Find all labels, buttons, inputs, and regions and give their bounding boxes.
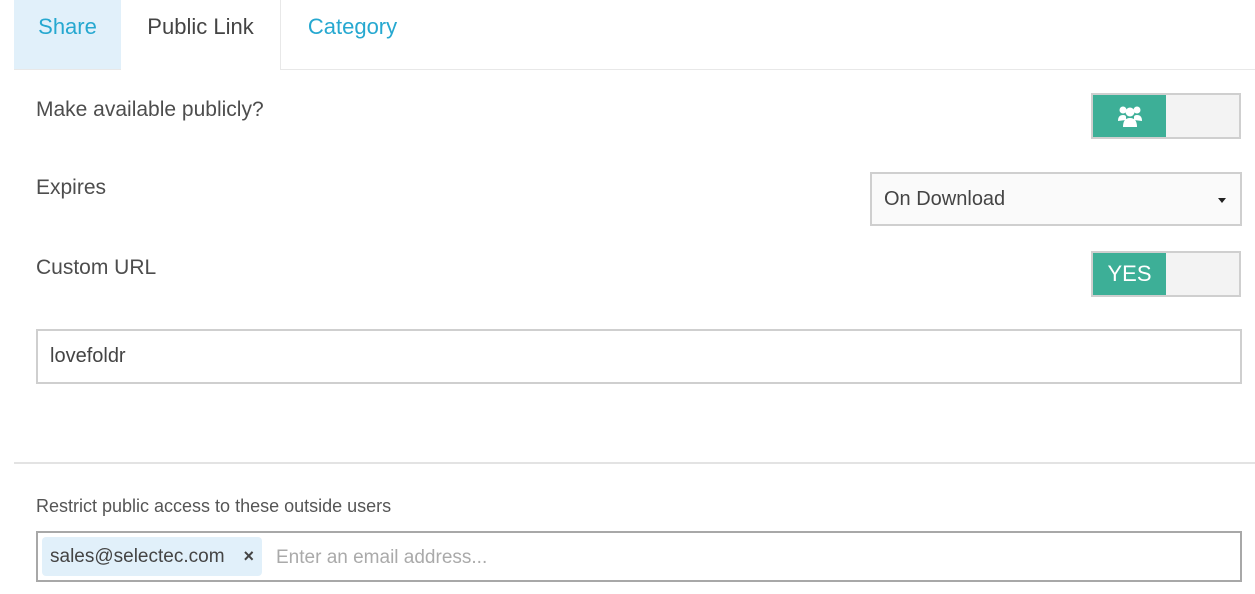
tab-share[interactable]: Share bbox=[14, 0, 121, 69]
make-public-toggle[interactable] bbox=[1091, 93, 1241, 139]
users-icon bbox=[1117, 106, 1142, 127]
expires-select[interactable]: On Download bbox=[870, 172, 1242, 226]
section-divider bbox=[14, 462, 1255, 464]
email-tag-input[interactable]: sales@selectec.com × bbox=[36, 531, 1242, 582]
custom-url-toggle[interactable]: YES bbox=[1091, 251, 1241, 297]
toggle-on-segment bbox=[1093, 95, 1166, 137]
expires-selected-value: On Download bbox=[884, 188, 1006, 210]
tab-category[interactable]: Category bbox=[280, 0, 424, 70]
toggle-yes-label: YES bbox=[1093, 253, 1166, 295]
email-input[interactable] bbox=[274, 537, 1178, 578]
email-chip-text: sales@selectec.com bbox=[50, 546, 225, 567]
restrict-access-label: Restrict public access to these outside … bbox=[36, 496, 392, 516]
caret-down-icon bbox=[1218, 198, 1226, 203]
email-chip: sales@selectec.com × bbox=[42, 537, 262, 576]
tab-public-link[interactable]: Public Link bbox=[121, 0, 280, 70]
tab-bar: Share Public Link Category bbox=[14, 0, 1255, 70]
custom-url-input[interactable] bbox=[36, 329, 1242, 384]
custom-url-label: Custom URL bbox=[36, 256, 157, 279]
expires-label: Expires bbox=[36, 176, 107, 199]
make-public-label: Make available publicly? bbox=[36, 98, 264, 121]
remove-email-icon[interactable]: × bbox=[243, 537, 254, 576]
